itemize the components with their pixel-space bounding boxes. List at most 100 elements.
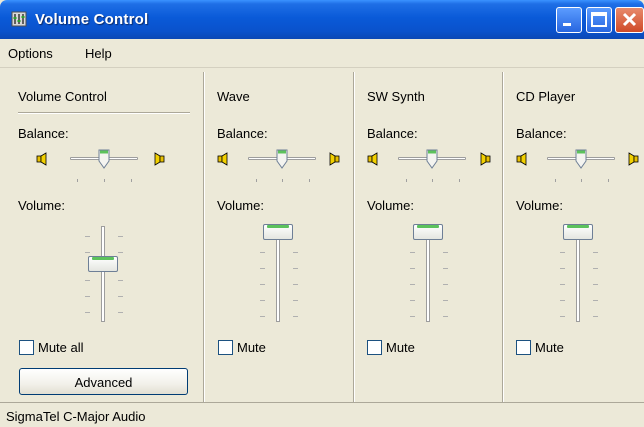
menu-help[interactable]: Help [85, 46, 112, 61]
tick [85, 280, 90, 281]
mute-all-label: Mute all [38, 340, 84, 355]
mute-label: Mute [237, 340, 266, 355]
tick [118, 236, 123, 237]
tick [118, 280, 123, 281]
column-divider [353, 72, 355, 402]
column-title-volume-control: Volume Control [18, 89, 107, 104]
tick [85, 252, 90, 253]
volume-track [426, 226, 430, 322]
balance-slider-thumb[interactable] [276, 149, 288, 169]
speaker-right-icon [480, 152, 491, 166]
tick [293, 284, 298, 285]
tick [309, 179, 310, 182]
tick [410, 268, 415, 269]
tick [256, 179, 257, 182]
tick [260, 268, 265, 269]
tick [118, 252, 123, 253]
tick [432, 179, 433, 182]
tick [443, 284, 448, 285]
menu-options[interactable]: Options [8, 46, 53, 61]
tick [293, 316, 298, 317]
tick [131, 179, 132, 182]
column-title-wave: Wave [217, 89, 250, 104]
speaker-right-icon [154, 152, 165, 166]
speaker-right-icon [329, 152, 340, 166]
tick [560, 284, 565, 285]
volume-label: Volume: [18, 198, 65, 213]
tick [410, 284, 415, 285]
maximize-button[interactable] [586, 7, 612, 33]
volume-control-icon [11, 11, 27, 27]
minimize-icon [563, 23, 571, 26]
speaker-left-icon [217, 152, 228, 166]
advanced-button[interactable]: Advanced [19, 368, 188, 395]
tick [118, 312, 123, 313]
close-button[interactable] [615, 7, 644, 33]
column-separator [18, 112, 190, 114]
mute-all-checkbox[interactable] [19, 340, 34, 355]
mute-checkbox[interactable] [218, 340, 233, 355]
status-bar: SigmaTel C-Major Audio [0, 402, 644, 427]
volume-label: Volume: [516, 198, 563, 213]
tick [593, 300, 598, 301]
speaker-left-icon [36, 152, 47, 166]
mute-checkbox[interactable] [516, 340, 531, 355]
volume-slider-thumb[interactable] [563, 224, 593, 240]
column-title-cd-player: CD Player [516, 89, 576, 104]
tick [459, 179, 460, 182]
volume-track [576, 226, 580, 322]
volume-label: Volume: [367, 198, 414, 213]
mute-label: Mute [535, 340, 564, 355]
volume-track [276, 226, 280, 322]
tick [293, 268, 298, 269]
tick [85, 312, 90, 313]
balance-slider-thumb[interactable] [575, 149, 587, 169]
column-divider [502, 72, 504, 402]
balance-label: Balance: [516, 126, 567, 141]
balance-slider-thumb[interactable] [426, 149, 438, 169]
mute-label: Mute [386, 340, 415, 355]
tick [293, 300, 298, 301]
tick [560, 252, 565, 253]
master-divider [203, 72, 205, 402]
close-icon [622, 12, 637, 27]
status-text: SigmaTel C-Major Audio [6, 409, 146, 424]
volume-slider-thumb[interactable] [263, 224, 293, 240]
tick [560, 268, 565, 269]
tick [260, 300, 265, 301]
maximize-icon [591, 12, 607, 27]
tick [406, 179, 407, 182]
balance-slider-thumb[interactable] [98, 149, 110, 169]
tick [260, 284, 265, 285]
tick [85, 236, 90, 237]
balance-label: Balance: [18, 126, 69, 141]
tick [443, 316, 448, 317]
tick [443, 252, 448, 253]
tick [443, 268, 448, 269]
volume-slider-thumb[interactable] [413, 224, 443, 240]
tick [85, 296, 90, 297]
tick [77, 179, 78, 182]
tick [608, 179, 609, 182]
volume-track [101, 226, 105, 322]
tick [593, 316, 598, 317]
tick [118, 296, 123, 297]
speaker-left-icon [516, 152, 527, 166]
minimize-button[interactable] [556, 7, 582, 33]
mute-checkbox[interactable] [367, 340, 382, 355]
tick [410, 300, 415, 301]
volume-label: Volume: [217, 198, 264, 213]
title-bar[interactable]: Volume Control [0, 0, 644, 39]
column-title-sw-synth: SW Synth [367, 89, 425, 104]
tick [443, 300, 448, 301]
tick [104, 179, 105, 182]
tick [260, 316, 265, 317]
window-title: Volume Control [35, 11, 149, 28]
tick [555, 179, 556, 182]
volume-slider-thumb[interactable] [88, 256, 118, 272]
tick [593, 284, 598, 285]
tick [560, 300, 565, 301]
tick [581, 179, 582, 182]
speaker-left-icon [367, 152, 378, 166]
speaker-right-icon [628, 152, 639, 166]
